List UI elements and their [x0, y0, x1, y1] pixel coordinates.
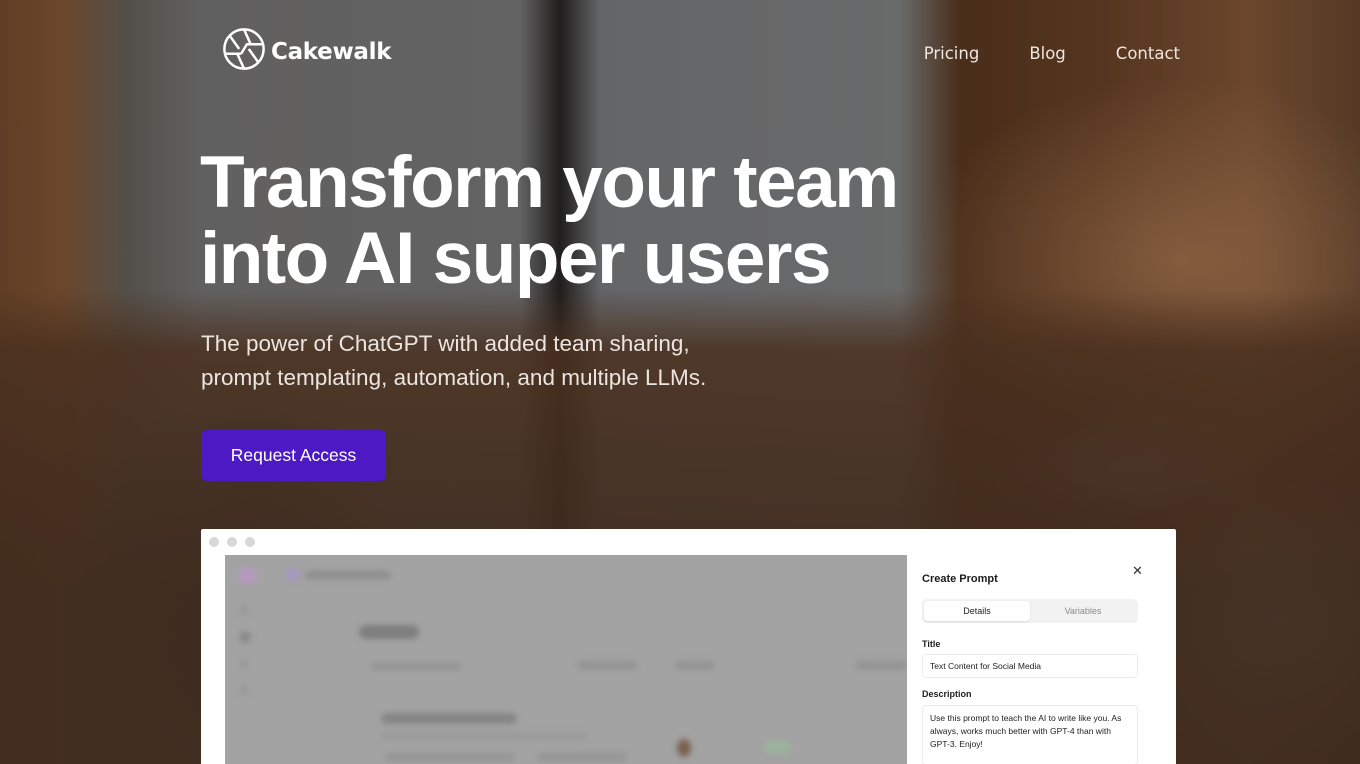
blurred-avatar — [239, 567, 257, 585]
window-dot-close — [209, 537, 219, 547]
description-textarea[interactable]: Use this prompt to teach the AI to write… — [922, 705, 1138, 764]
blurred-status-badge — [763, 741, 791, 753]
nav-link-contact[interactable]: Contact — [1116, 44, 1180, 63]
title-input[interactable]: Text Content for Social Media — [922, 654, 1138, 678]
title-label: Title — [922, 639, 941, 649]
request-access-button[interactable]: Request Access — [201, 430, 386, 481]
blurred-sidebar-icon — [239, 685, 249, 695]
blurred-sidebar-icon — [239, 659, 249, 669]
blurred-tag — [385, 753, 515, 761]
blurred-filter — [675, 661, 715, 670]
blurred-filter — [855, 661, 907, 670]
blurred-tag — [537, 753, 627, 761]
blurred-sidebar-icon — [239, 631, 251, 643]
blurred-sidebar-icon — [239, 605, 249, 615]
nav-link-pricing[interactable]: Pricing — [924, 44, 980, 63]
window-controls — [209, 537, 255, 547]
window-dot-minimize — [227, 537, 237, 547]
hero-title: Transform your team into AI super users — [200, 145, 960, 297]
blurred-page-heading — [359, 625, 419, 639]
top-nav: Pricing Blog Contact — [924, 44, 1180, 63]
blurred-app-screenshot — [225, 555, 907, 764]
aperture-icon — [221, 25, 267, 78]
panel-tabs: Details Variables — [922, 599, 1138, 623]
blurred-workspace-name — [305, 571, 391, 579]
tab-variables[interactable]: Variables — [1030, 601, 1136, 621]
brand-name: Cakewalk — [271, 38, 392, 65]
blurred-user-avatar — [677, 739, 691, 757]
blurred-prompt-meta — [381, 733, 587, 740]
nav-link-blog[interactable]: Blog — [1029, 44, 1065, 63]
hero-subtitle-line2: prompt templating, automation, and multi… — [201, 365, 707, 390]
hero-title-line1: Transform your team — [200, 142, 899, 223]
blurred-filter — [577, 661, 637, 670]
blurred-search — [371, 663, 461, 670]
close-icon[interactable]: ✕ — [1132, 563, 1143, 579]
hero-title-line2: into AI super users — [200, 218, 832, 299]
window-dot-maximize — [245, 537, 255, 547]
blurred-workspace-icon — [287, 569, 299, 581]
description-label: Description — [922, 689, 972, 699]
tab-details[interactable]: Details — [924, 601, 1030, 621]
panel-title: Create Prompt — [922, 573, 998, 585]
hero-subtitle-line1: The power of ChatGPT with added team sha… — [201, 331, 690, 356]
logo-link[interactable]: Cakewalk — [221, 25, 392, 78]
blurred-prompt-name — [381, 713, 517, 724]
hero-subtitle: The power of ChatGPT with added team sha… — [201, 327, 781, 395]
app-preview-window: Create Prompt ✕ Details Variables Title … — [201, 529, 1176, 764]
